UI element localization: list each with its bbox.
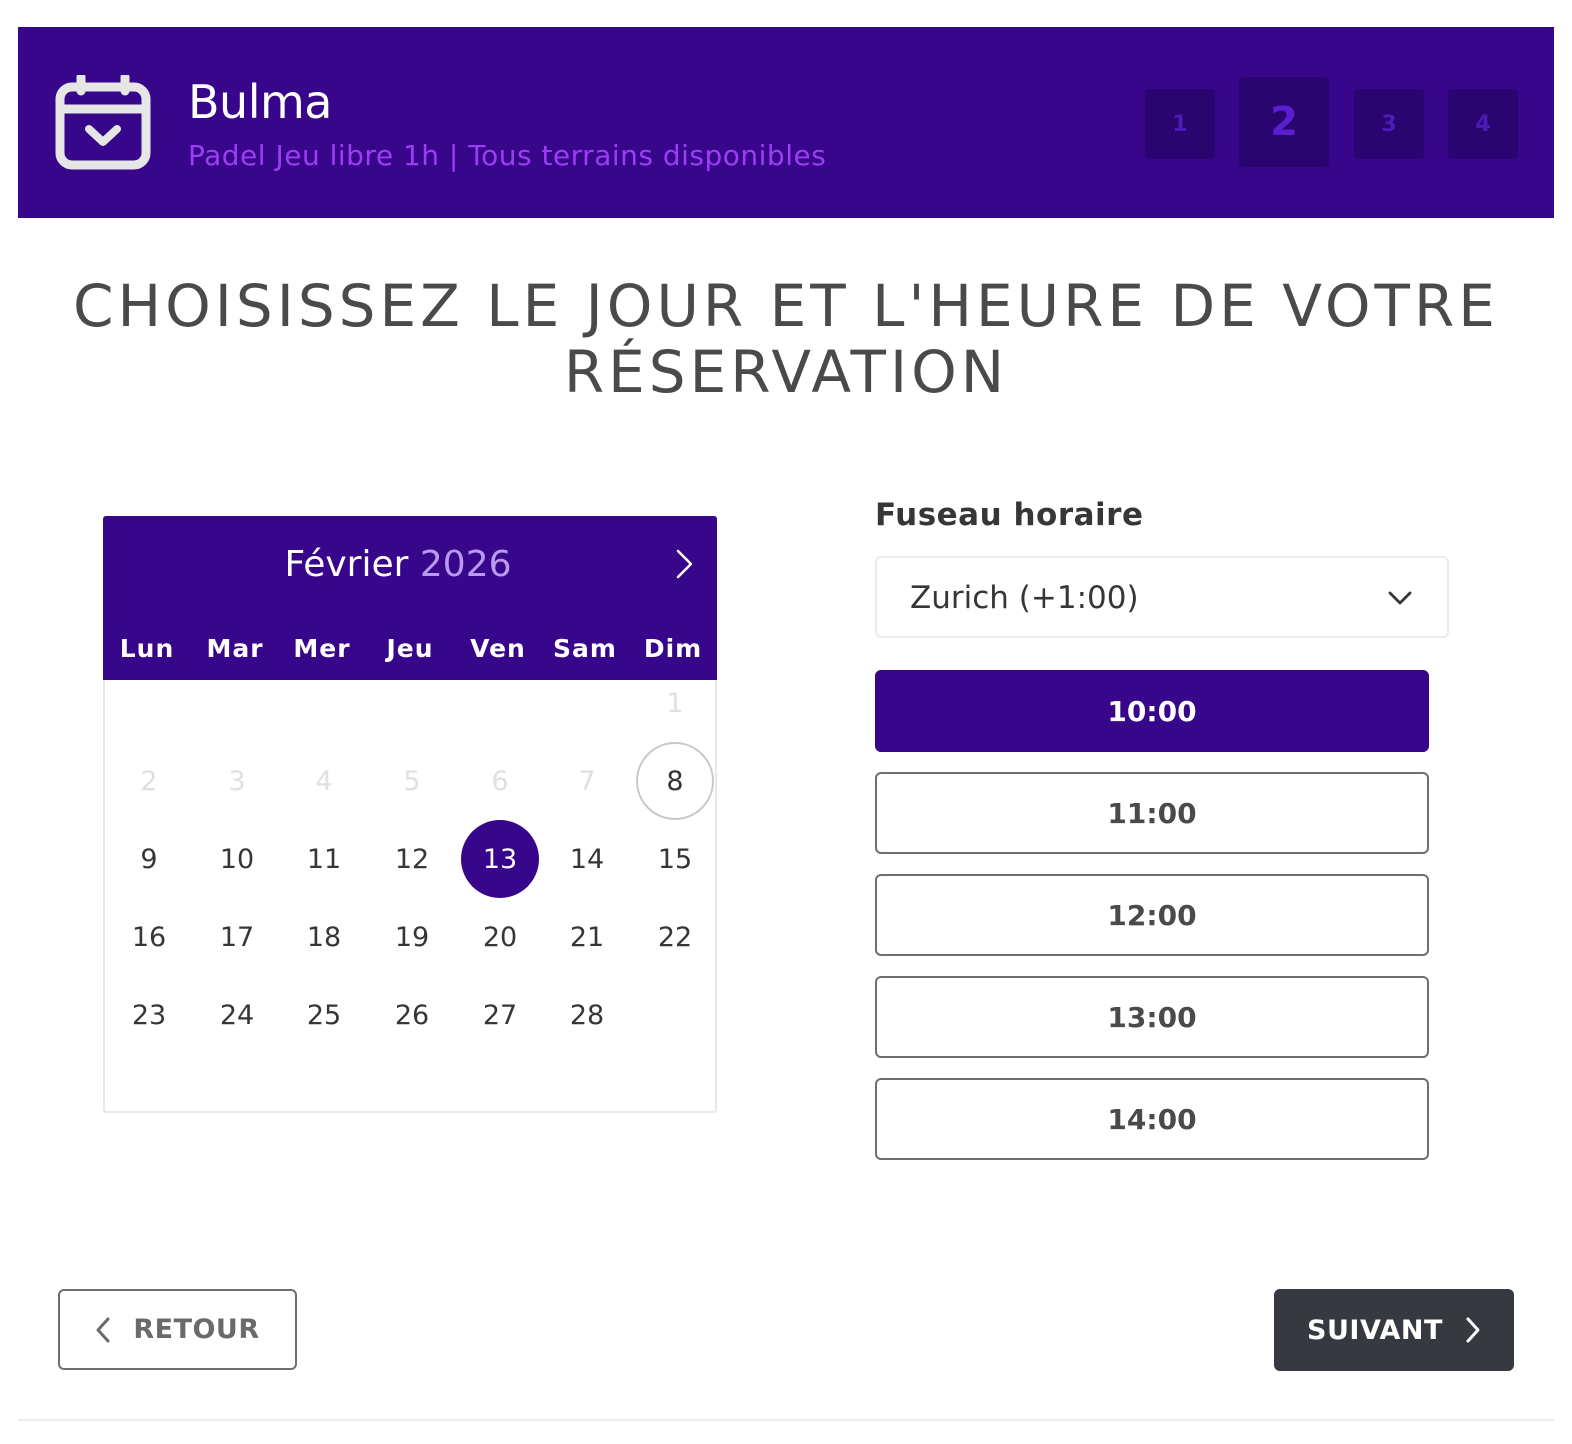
weekday-mar: Mar — [206, 634, 264, 663]
calendar-day-26[interactable]: 26 — [373, 976, 451, 1054]
chevron-right-icon — [1466, 1317, 1480, 1343]
calendar-day-11[interactable]: 11 — [285, 820, 363, 898]
calendar-month-year: Février 2026 — [103, 544, 693, 585]
weekday-jeu: Jeu — [386, 634, 434, 663]
calendar-day-13[interactable]: 13 — [461, 820, 539, 898]
calendar-day-15[interactable]: 15 — [636, 820, 714, 898]
calendar-day-10[interactable]: 10 — [198, 820, 276, 898]
calendar-day-18[interactable]: 18 — [285, 898, 363, 976]
back-button[interactable]: RETOUR — [58, 1289, 297, 1370]
calendar-day-19[interactable]: 19 — [373, 898, 451, 976]
calendar-year[interactable]: 2026 — [420, 544, 512, 585]
date-picker-calendar: Février 2026 Lun Mar Mer Jeu Ven Sam Dim… — [103, 516, 717, 1113]
step-1[interactable]: 1 — [1145, 89, 1215, 159]
time-slot-1300[interactable]: 13:00 — [875, 976, 1429, 1058]
step-4[interactable]: 4 — [1448, 89, 1518, 159]
calendar-day-1: 1 — [666, 687, 684, 719]
next-button[interactable]: SUIVANT — [1274, 1289, 1514, 1371]
timezone-value: Zurich (+1:00) — [910, 580, 1139, 616]
booking-card: Bulma Padel Jeu libre 1h | Tous terrains… — [18, 27, 1554, 1421]
calendar-day-17[interactable]: 17 — [198, 898, 276, 976]
calendar-header: Février 2026 Lun Mar Mer Jeu Ven Sam Dim — [103, 516, 717, 680]
timezone-label: Fuseau horaire — [875, 497, 1144, 533]
weekday-ven: Ven — [470, 634, 526, 663]
calendar-day-25[interactable]: 25 — [285, 976, 363, 1054]
weekday-mer: Mer — [293, 634, 351, 663]
calendar-day-9[interactable]: 9 — [110, 820, 188, 898]
calendar-day-8[interactable]: 8 — [636, 742, 714, 820]
time-slot-1400[interactable]: 14:00 — [875, 1078, 1429, 1160]
time-slot-1000[interactable]: 10:00 — [875, 670, 1429, 752]
weekday-row: Lun Mar Mer Jeu Ven Sam Dim — [103, 634, 717, 674]
weekday-lun: Lun — [119, 634, 175, 663]
page-title: CHOISISSEZ LE JOUR ET L'HEURE DE VOTRE R… — [18, 273, 1554, 405]
calendar-day-12[interactable]: 12 — [373, 820, 451, 898]
calendar-day-24[interactable]: 24 — [198, 976, 276, 1054]
calendar-day-2: 2 — [140, 765, 158, 797]
calendar-day-21[interactable]: 21 — [548, 898, 626, 976]
calendar-day-14[interactable]: 14 — [548, 820, 626, 898]
chevron-left-icon — [96, 1317, 110, 1342]
calendar-day-20[interactable]: 20 — [461, 898, 539, 976]
booking-header: Bulma Padel Jeu libre 1h | Tous terrains… — [18, 27, 1554, 218]
time-slot-1200[interactable]: 12:00 — [875, 874, 1429, 956]
weekday-dim: Dim — [643, 634, 703, 663]
time-slot-1100[interactable]: 11:00 — [875, 772, 1429, 854]
calendar-month: Février — [284, 544, 409, 585]
calendar-day-23[interactable]: 23 — [110, 976, 188, 1054]
calendar-day-4: 4 — [315, 765, 333, 797]
calendar-day-3: 3 — [228, 765, 246, 797]
service-subtitle[interactable]: Padel Jeu libre 1h | Tous terrains dispo… — [188, 139, 826, 172]
calendar-day-16[interactable]: 16 — [110, 898, 188, 976]
weekday-sam: Sam — [553, 634, 617, 663]
brand-name: Bulma — [188, 75, 333, 129]
calendar-day-28[interactable]: 28 — [548, 976, 626, 1054]
page-title-line-1: CHOISISSEZ LE JOUR ET L'HEURE DE VOTRE — [73, 272, 1499, 340]
calendar-day-5: 5 — [403, 765, 421, 797]
timezone-select[interactable]: Zurich (+1:00) — [875, 556, 1449, 638]
chevron-down-icon — [1388, 591, 1412, 605]
calendar-day-6: 6 — [491, 765, 509, 797]
calendar-day-22[interactable]: 22 — [636, 898, 714, 976]
calendar-day-7: 7 — [578, 765, 596, 797]
calendar-day-27[interactable]: 27 — [461, 976, 539, 1054]
chevron-right-icon[interactable] — [669, 546, 699, 582]
page-title-line-2: RÉSERVATION — [563, 338, 1009, 406]
step-2-current[interactable]: 2 — [1239, 77, 1329, 167]
next-button-label: SUIVANT — [1307, 1314, 1443, 1346]
calendar-check-icon — [55, 75, 151, 170]
back-button-label: RETOUR — [133, 1314, 260, 1345]
step-3[interactable]: 3 — [1354, 89, 1424, 159]
